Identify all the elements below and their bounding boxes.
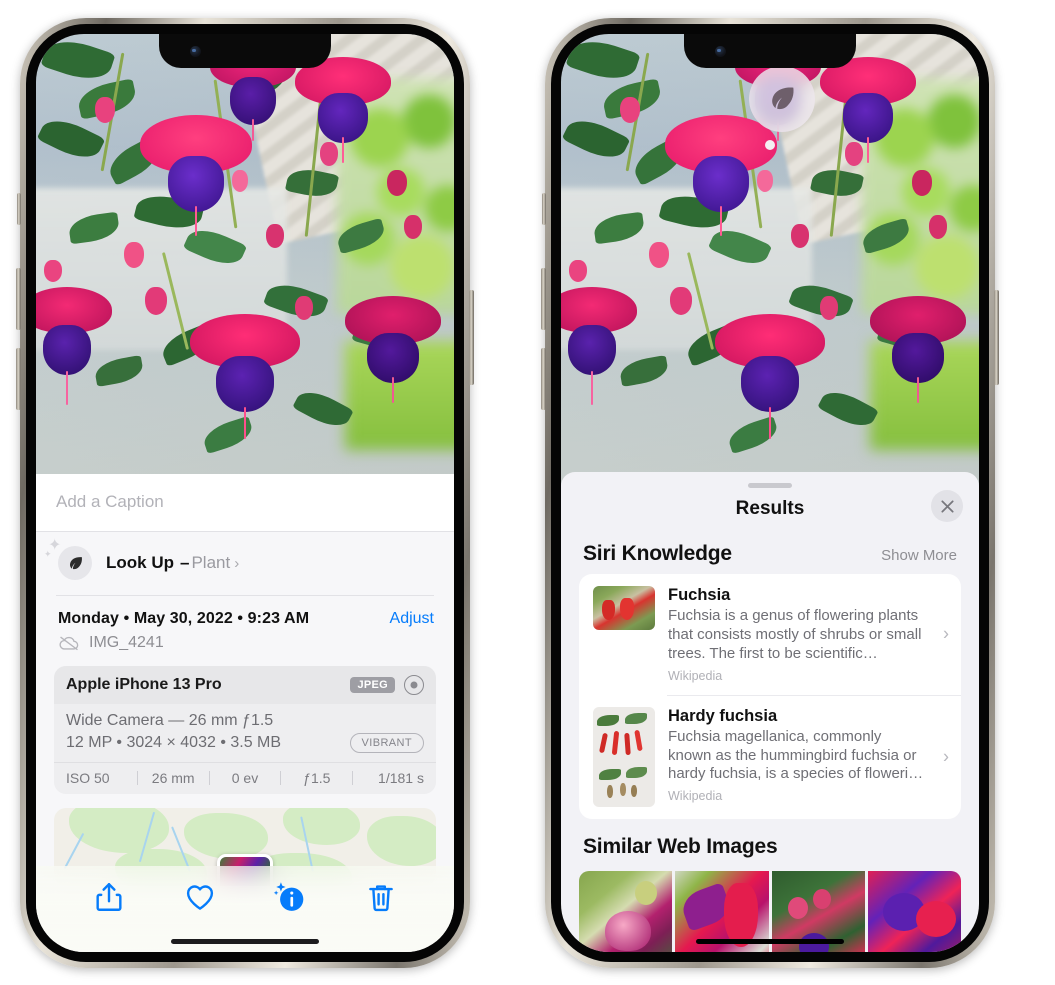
volume-down-button[interactable] [16, 348, 21, 410]
siri-knowledge-title: Siri Knowledge [583, 542, 732, 565]
heart-icon[interactable] [183, 880, 217, 914]
visual-look-up-badge[interactable] [749, 66, 816, 132]
screenshot-stage: Add a Caption ✦ ✦ Look Up – Plant › Mond… [0, 0, 1055, 985]
caption-field[interactable]: Add a Caption [36, 474, 454, 532]
photo-filename: IMG_4241 [89, 634, 164, 651]
photo-datetime: Monday • May 30, 2022 • 9:23 AM [58, 610, 310, 627]
notch [159, 34, 331, 68]
info-sparkle-icon[interactable] [273, 880, 307, 914]
camera-info-card[interactable]: Apple iPhone 13 Pro JPEG Wide Camera — 2… [54, 666, 436, 794]
siri-knowledge-card: Fuchsia Fuchsia is a genus of flowering … [579, 574, 961, 819]
exif-row: ISO 50 26 mm 0 ev ƒ1.5 1/181 s [54, 762, 436, 794]
datetime-row: Monday • May 30, 2022 • 9:23 AM Adjust [36, 596, 454, 630]
trash-icon[interactable] [364, 880, 398, 914]
result-title: Fuchsia [668, 586, 731, 604]
notch [684, 34, 856, 68]
results-sheet: Results Siri Knowledge Show More Fuchsia… [561, 472, 979, 952]
right-screen: Results Siri Knowledge Show More Fuchsia… [561, 34, 979, 952]
leaf-icon: ✦ ✦ [44, 538, 92, 580]
photo-fuchsia[interactable] [36, 34, 454, 486]
front-camera-icon [190, 46, 201, 57]
result-source: Wikipedia [668, 789, 723, 804]
visual-look-up-anchor-dot [765, 140, 775, 150]
close-button[interactable] [931, 490, 963, 522]
volume-up-button[interactable] [16, 268, 21, 330]
photo-info-sheet: Add a Caption ✦ ✦ Look Up – Plant › Mond… [36, 474, 454, 952]
result-description: Fuchsia is a genus of flowering plants t… [668, 607, 922, 662]
siri-knowledge-header: Siri Knowledge Show More [561, 530, 979, 574]
look-up-row[interactable]: ✦ ✦ Look Up – Plant › [36, 532, 454, 596]
list-item[interactable]: Hardy fuchsia Fuchsia magellanica, commo… [579, 694, 961, 819]
photographic-style-badge: VIBRANT [349, 733, 424, 753]
exif-exposure-value: 0 ev [231, 770, 259, 786]
resolution-info: 12 MP • 3024 × 4032 • 3.5 MB [66, 734, 282, 751]
close-icon [940, 499, 954, 513]
results-header: Results [561, 488, 979, 530]
similar-web-images-header: Similar Web Images [561, 819, 979, 865]
similar-image-tile[interactable] [579, 870, 673, 952]
home-indicator[interactable] [171, 939, 319, 944]
result-thumbnail [593, 586, 655, 630]
result-source: Wikipedia [668, 668, 723, 683]
aperture-icon[interactable] [404, 675, 424, 695]
results-title: Results [735, 498, 805, 519]
camera-card-body: Wide Camera — 26 mm ƒ1.5 12 MP • 3024 × … [54, 704, 436, 762]
right-phone: Results Siri Knowledge Show More Fuchsia… [541, 18, 999, 968]
power-button[interactable] [994, 290, 999, 385]
list-item[interactable]: Fuchsia Fuchsia is a genus of flowering … [579, 574, 961, 695]
front-camera-icon [715, 46, 726, 57]
similar-web-images-title: Similar Web Images [583, 834, 778, 858]
filename-row: IMG_4241 [36, 630, 454, 664]
left-phone: Add a Caption ✦ ✦ Look Up – Plant › Mond… [16, 18, 474, 968]
camera-model: Apple iPhone 13 Pro [66, 676, 222, 693]
chevron-right-icon: › [943, 623, 949, 644]
adjust-button[interactable]: Adjust [390, 610, 434, 628]
home-indicator[interactable] [696, 939, 844, 944]
exif-iso: ISO 50 [66, 770, 110, 786]
result-title: Hardy fuchsia [668, 706, 778, 725]
volume-up-button[interactable] [541, 268, 546, 330]
share-icon[interactable] [92, 880, 126, 914]
look-up-value: Plant [191, 553, 231, 572]
look-up-label: Look Up [106, 553, 174, 572]
look-up-separator: – [180, 553, 190, 572]
caption-placeholder: Add a Caption [56, 492, 164, 511]
show-more-button[interactable]: Show More [881, 547, 957, 564]
silent-switch[interactable] [17, 193, 21, 225]
exif-shutter-speed: 1/181 s [378, 770, 424, 786]
lens-info: Wide Camera — 26 mm ƒ1.5 [66, 712, 274, 729]
exif-focal-length: 26 mm [151, 770, 195, 786]
chevron-right-icon: › [234, 554, 240, 572]
sparkle-small-icon: ✦ [44, 549, 52, 559]
silent-switch[interactable] [542, 193, 546, 225]
power-button[interactable] [469, 290, 474, 385]
volume-down-button[interactable] [541, 348, 546, 410]
cloud-slash-icon [59, 636, 79, 651]
exif-aperture: ƒ1.5 [303, 770, 331, 786]
left-screen: Add a Caption ✦ ✦ Look Up – Plant › Mond… [36, 34, 454, 952]
format-badge: JPEG [350, 677, 395, 693]
result-text: Hardy fuchsia Fuchsia magellanica, commo… [668, 707, 947, 807]
result-thumbnail [593, 706, 655, 807]
leaf-icon [772, 87, 794, 110]
camera-card-header: Apple iPhone 13 Pro JPEG [54, 666, 436, 704]
result-description: Fuchsia magellanica, commonly known as t… [668, 727, 924, 783]
result-text: Fuchsia Fuchsia is a genus of flowering … [668, 586, 947, 683]
chevron-right-icon: › [943, 746, 949, 767]
photo-fuchsia[interactable] [561, 34, 979, 486]
similar-image-tile[interactable] [867, 870, 961, 952]
